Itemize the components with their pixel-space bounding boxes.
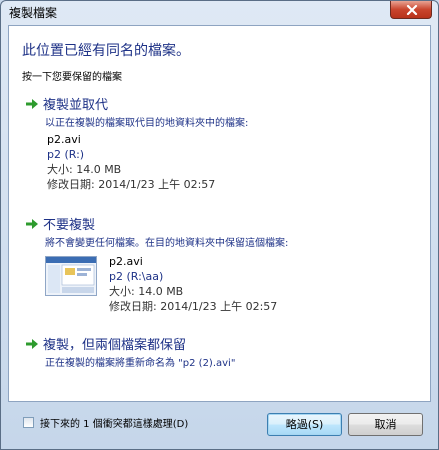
file-location: p2 (R:\aa) <box>109 270 164 283</box>
title-bar: 複製檔案 <box>1 1 438 23</box>
option-title: 不要複製 <box>43 218 96 233</box>
green-arrow-icon <box>26 99 38 109</box>
file-name: p2.avi <box>109 255 143 268</box>
option-title: 複製，但兩個檔案都保留 <box>43 338 187 353</box>
source-file-info: p2.avi p2 (R:) 大小: 14.0 MB 修改日期: 2014/1/… <box>47 132 215 192</box>
file-location: p2 (R:) <box>47 148 85 161</box>
option-title: 複製並取代 <box>43 98 109 113</box>
apply-to-all-label[interactable]: 接下來的 1 個衝突都這樣處理(D) <box>40 415 188 430</box>
file-date: 修改日期: 2014/1/23 上午 02:57 <box>47 178 216 191</box>
green-arrow-icon <box>26 339 38 349</box>
option-dont-copy[interactable]: 不要複製 將不會變更任何檔案。在目的地資料夾中保留這個檔案: p2.avi p2… <box>25 214 420 314</box>
close-button[interactable] <box>390 1 432 19</box>
option-description: 以正在複製的檔案取代目的地資料夾中的檔案: <box>45 118 249 129</box>
dialog-content: 此位置已經有同名的檔案。 按一下您要保留的檔案 複製並取代 以正在複製的檔案取代… <box>8 25 431 402</box>
window-title: 複製檔案 <box>9 6 58 20</box>
file-size: 大小: 14.0 MB <box>47 163 122 176</box>
dialog-footer: 接下來的 1 個衝突都這樣處理(D) 略過(S) 取消 <box>1 403 438 449</box>
copy-file-dialog: 複製檔案 此位置已經有同名的檔案。 按一下您要保留的檔案 複製並取代 以正在複製… <box>0 0 439 450</box>
green-arrow-icon <box>26 219 38 229</box>
option-keep-both[interactable]: 複製，但兩個檔案都保留 正在複製的檔案將重新命名為 "p2 (2).avi" <box>25 334 420 374</box>
skip-button[interactable]: 略過(S) <box>267 413 342 436</box>
cancel-button[interactable]: 取消 <box>348 413 423 436</box>
option-description: 正在複製的檔案將重新命名為 "p2 (2).avi" <box>45 358 236 369</box>
apply-to-all-checkbox[interactable] <box>23 417 34 428</box>
file-size: 大小: 14.0 MB <box>109 285 184 298</box>
file-name: p2.avi <box>47 133 81 146</box>
dialog-subheading: 按一下您要保留的檔案 <box>22 72 122 83</box>
close-icon <box>406 5 418 15</box>
dialog-heading: 此位置已經有同名的檔案。 <box>22 43 190 59</box>
option-copy-and-replace[interactable]: 複製並取代 以正在複製的檔案取代目的地資料夾中的檔案: p2.avi p2 (R… <box>25 94 420 194</box>
option-description: 將不會變更任何檔案。在目的地資料夾中保留這個檔案: <box>45 238 289 249</box>
video-thumbnail-icon <box>45 256 97 296</box>
destination-file-info: p2.avi p2 (R:\aa) 大小: 14.0 MB 修改日期: 2014… <box>109 254 277 314</box>
file-date: 修改日期: 2014/1/23 上午 02:57 <box>109 300 278 313</box>
